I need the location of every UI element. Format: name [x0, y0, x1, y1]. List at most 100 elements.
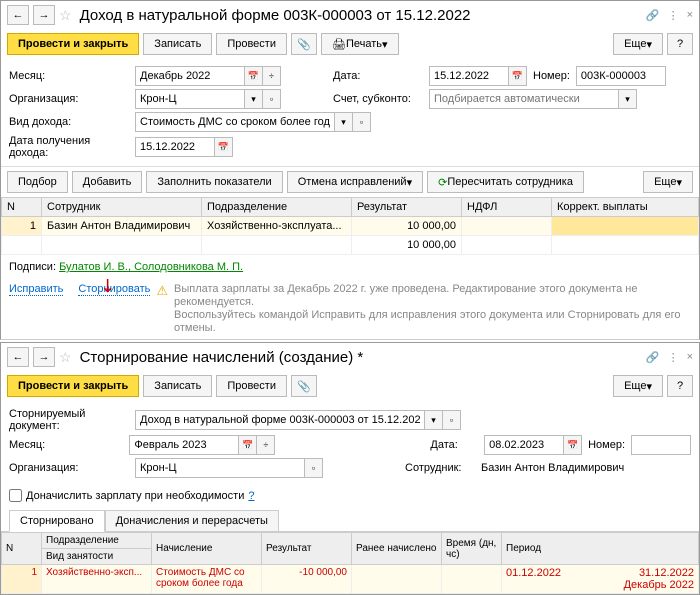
- star-icon[interactable]: ☆: [59, 349, 72, 366]
- pick-button[interactable]: Подбор: [7, 171, 68, 193]
- th-res: Результат: [262, 533, 352, 565]
- tbl-more-button[interactable]: Еще ▾: [643, 171, 693, 193]
- num-input[interactable]: [576, 66, 666, 86]
- nav-fwd[interactable]: →: [33, 5, 55, 25]
- org-input[interactable]: [135, 458, 305, 478]
- acct-label: Счет, субконто:: [333, 93, 423, 105]
- date-input[interactable]: [429, 66, 509, 86]
- execute-close-button[interactable]: Провести и закрыть: [7, 33, 139, 55]
- th-dept: Подразделение: [202, 198, 352, 217]
- emp-label: Сотрудник:: [405, 462, 475, 474]
- month-input[interactable]: [135, 66, 245, 86]
- type-input[interactable]: [135, 112, 335, 132]
- open-icon[interactable]: ▫: [353, 112, 371, 132]
- cal-icon[interactable]: 📅: [509, 66, 527, 86]
- th-period: Период: [502, 533, 699, 565]
- recalc-button[interactable]: ⟳ Пересчитать сотрудника: [427, 171, 584, 193]
- fill-button[interactable]: Заполнить показатели: [146, 171, 282, 193]
- help-button[interactable]: ?: [667, 33, 693, 55]
- stepper-icon[interactable]: ÷: [263, 66, 281, 86]
- help-button[interactable]: ?: [667, 375, 693, 397]
- attach-icon[interactable]: 📎: [291, 33, 317, 55]
- type-label: Вид дохода:: [9, 116, 129, 128]
- signers-label: Подписи:: [9, 261, 56, 273]
- month-input[interactable]: [129, 435, 239, 455]
- date-input[interactable]: [484, 435, 564, 455]
- link-icon[interactable]: 🔗: [646, 351, 660, 364]
- date-label: Дата:: [333, 70, 423, 82]
- cal-icon[interactable]: 📅: [564, 435, 582, 455]
- attach-icon[interactable]: 📎: [291, 375, 317, 397]
- open-icon[interactable]: ▫: [263, 89, 281, 109]
- org-label: Организация:: [9, 462, 129, 474]
- th-prev: Ранее начислено: [352, 533, 442, 565]
- th-corr: Коррект. выплаты: [552, 198, 699, 217]
- th-time: Время (дн, чс): [442, 533, 502, 565]
- dropdown-icon[interactable]: ▾: [245, 89, 263, 109]
- month-label: Месяц:: [9, 70, 129, 82]
- nav-fwd[interactable]: →: [33, 347, 55, 367]
- recv-input[interactable]: [135, 137, 215, 157]
- table-row[interactable]: 1 Хозяйственно-эксп... Стоимость ДМС со …: [2, 565, 699, 594]
- recv-label: Дата получения дохода:: [9, 135, 129, 159]
- th-accr: Начисление: [152, 533, 262, 565]
- stepper-icon[interactable]: ÷: [257, 435, 275, 455]
- num-label: Номер:: [533, 70, 570, 82]
- open-icon[interactable]: ▫: [443, 410, 461, 430]
- warning-icon: ⚠: [156, 283, 168, 299]
- accrue-label: Доначислить зарплату при необходимости: [26, 490, 244, 502]
- th-n: N: [2, 533, 42, 565]
- cal-icon[interactable]: 📅: [239, 435, 257, 455]
- th-res: Результат: [352, 198, 462, 217]
- link-icon[interactable]: 🔗: [646, 9, 660, 22]
- th-emptype: Вид занятости: [42, 549, 152, 565]
- cancel-button[interactable]: Отмена исправлений ▾: [287, 171, 423, 193]
- print-button[interactable]: 🖨 Печать ▾: [321, 33, 399, 55]
- employee-table: N Сотрудник Подразделение Результат НДФЛ…: [1, 197, 699, 255]
- more-icon[interactable]: ⋮: [668, 351, 679, 364]
- warning-text: Выплата зарплаты за Декабрь 2022 г. уже …: [174, 283, 691, 335]
- total-row: 10 000,00: [2, 236, 699, 255]
- star-icon[interactable]: ☆: [59, 7, 72, 24]
- th-n: N: [2, 198, 42, 217]
- tab-reversed[interactable]: Сторнировано: [9, 510, 105, 532]
- save-button[interactable]: Записать: [143, 375, 212, 397]
- doc-input[interactable]: [135, 410, 425, 430]
- cal-icon[interactable]: 📅: [215, 137, 233, 157]
- accrue-checkbox[interactable]: [9, 489, 22, 502]
- execute-button[interactable]: Провести: [216, 375, 287, 397]
- title: Сторнирование начислений (создание) *: [80, 349, 642, 366]
- th-ndfl: НДФЛ: [462, 198, 552, 217]
- close-icon[interactable]: ×: [687, 9, 693, 22]
- doc-label: Сторнируемый документ:: [9, 408, 129, 432]
- more-button[interactable]: Еще ▾: [613, 375, 663, 397]
- dropdown-icon[interactable]: ▾: [619, 89, 637, 109]
- execute-button[interactable]: Провести: [216, 33, 287, 55]
- dropdown-icon[interactable]: ▾: [335, 112, 353, 132]
- date-label: Дата:: [430, 439, 478, 451]
- th-emp: Сотрудник: [42, 198, 202, 217]
- dropdown-icon[interactable]: ▾: [425, 410, 443, 430]
- close-icon[interactable]: ×: [687, 351, 693, 364]
- tab-recalc[interactable]: Доначисления и перерасчеты: [105, 510, 279, 531]
- open-icon[interactable]: ▫: [305, 458, 323, 478]
- table-row[interactable]: 1 Базин Антон Владимирович Хозяйственно-…: [2, 217, 699, 236]
- add-button[interactable]: Добавить: [72, 171, 143, 193]
- th-dept: Подразделение: [42, 533, 152, 549]
- num-input[interactable]: [631, 435, 691, 455]
- cal-icon[interactable]: 📅: [245, 66, 263, 86]
- acct-input[interactable]: [429, 89, 619, 109]
- emp-value: Базин Антон Владимирович: [481, 462, 624, 474]
- more-icon[interactable]: ⋮: [668, 9, 679, 22]
- signers-link[interactable]: Булатов И. В., Солодовникова М. П.: [59, 261, 243, 273]
- execute-close-button[interactable]: Провести и закрыть: [7, 375, 139, 397]
- org-input[interactable]: [135, 89, 245, 109]
- help-link[interactable]: ?: [248, 490, 254, 502]
- org-label: Организация:: [9, 93, 129, 105]
- fix-link[interactable]: Исправить: [9, 283, 63, 296]
- more-button[interactable]: Еще ▾: [613, 33, 663, 55]
- num-label: Номер:: [588, 439, 625, 451]
- save-button[interactable]: Записать: [143, 33, 212, 55]
- nav-back[interactable]: ←: [7, 5, 29, 25]
- nav-back[interactable]: ←: [7, 347, 29, 367]
